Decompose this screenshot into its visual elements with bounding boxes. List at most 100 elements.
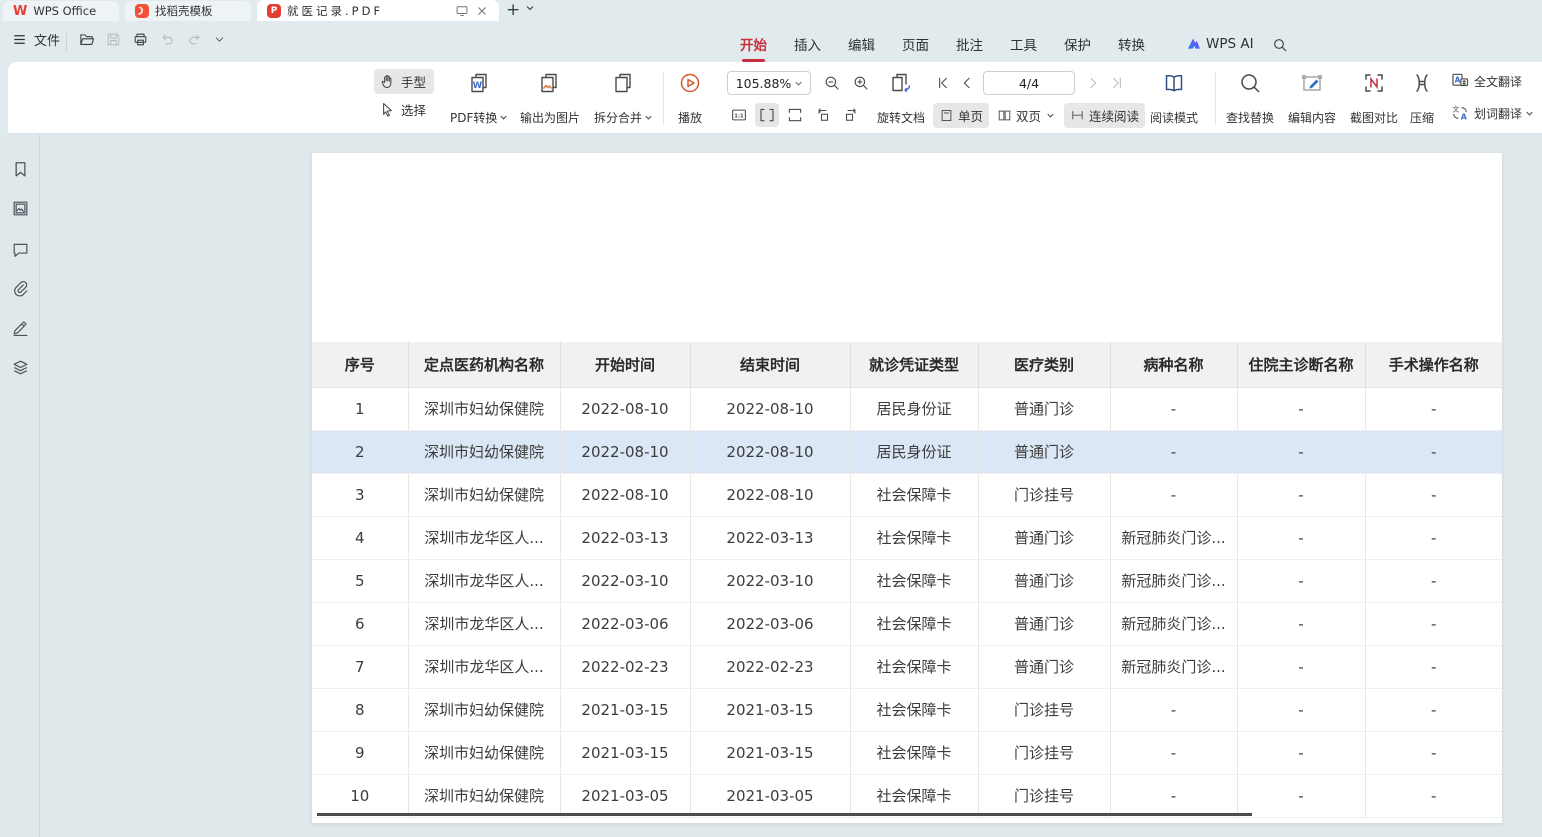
signature-pen-icon[interactable]: [11, 318, 30, 337]
rotate-left-button[interactable]: [811, 103, 835, 127]
print-icon[interactable]: [132, 31, 149, 48]
more-commands-chevron-icon[interactable]: [213, 33, 226, 46]
rotate-document-button[interactable]: 旋转文档: [873, 70, 929, 127]
table-cell: 10: [312, 774, 408, 817]
book-icon: [1162, 71, 1186, 95]
single-page-icon: [939, 108, 954, 123]
table-header-cell: 序号: [312, 342, 408, 387]
thumbnail-icon[interactable]: [11, 199, 30, 218]
zoom-level-select[interactable]: 105.88%: [727, 71, 811, 95]
table-cell: 3: [312, 473, 408, 516]
ribbon-toolbar: 手型 选择 W PDF转换 输出为图片 拆分合并 播放: [8, 62, 1542, 134]
zoom-controls: 105.88%: [727, 71, 873, 95]
next-page-icon[interactable]: [1083, 73, 1103, 93]
zoom-in-button[interactable]: [849, 71, 873, 95]
new-tab-button[interactable]: +: [502, 0, 524, 21]
pdf-page[interactable]: 序号定点医药机构名称开始时间结束时间就诊凭证类型医疗类别病种名称住院主诊断名称手…: [312, 153, 1502, 823]
table-cell: 普通门诊: [978, 387, 1110, 430]
tab-list-chevron-icon[interactable]: [524, 2, 536, 14]
table-cell: 深圳市妇幼保健院: [408, 774, 560, 817]
menu-page[interactable]: 页面: [902, 29, 929, 63]
menu-home[interactable]: 开始: [740, 29, 767, 63]
table-cell: 2022-02-23: [690, 645, 850, 688]
table-cell: -: [1365, 516, 1502, 559]
rotate-right-button[interactable]: [839, 103, 863, 127]
full-translate-label: 全文翻译: [1474, 73, 1522, 90]
hand-tool-button[interactable]: 手型: [374, 69, 434, 94]
layers-icon[interactable]: [11, 358, 30, 377]
find-replace-button[interactable]: 查找替换: [1222, 70, 1278, 127]
edit-content-label: 编辑内容: [1288, 109, 1336, 126]
redo-icon[interactable]: [186, 31, 203, 48]
tab-docer-templates[interactable]: 找稻壳模板: [125, 1, 251, 21]
menu-protect[interactable]: 保护: [1064, 29, 1091, 63]
screenshot-compare-label: 截图对比: [1350, 109, 1398, 126]
zoom-in-icon: [852, 74, 870, 92]
monitor-icon[interactable]: [455, 4, 469, 18]
fit-width-button[interactable]: [755, 103, 779, 127]
undo-icon[interactable]: [159, 31, 176, 48]
table-cell: 社会保障卡: [850, 731, 978, 774]
full-translate-button[interactable]: A 全文翻译: [1450, 71, 1522, 91]
actual-size-button[interactable]: 1:1: [727, 103, 751, 127]
table-header-cell: 定点医药机构名称: [408, 342, 560, 387]
pdf-convert-button[interactable]: W PDF转换: [446, 70, 513, 127]
table-cell: 门诊挂号: [978, 688, 1110, 731]
table-cell: 门诊挂号: [978, 774, 1110, 817]
double-page-button[interactable]: 双页: [991, 103, 1062, 128]
first-page-icon[interactable]: [933, 73, 953, 93]
table-cell: 2022-08-10: [560, 387, 690, 430]
table-row: 5深圳市龙华区人...2022-03-102022-03-10社会保障卡普通门诊…: [312, 559, 1502, 602]
table-row: 4深圳市龙华区人...2022-03-132022-03-13社会保障卡普通门诊…: [312, 516, 1502, 559]
continuous-read-button[interactable]: 连续阅读: [1064, 103, 1145, 128]
page-indicator-input[interactable]: 4/4: [983, 71, 1075, 95]
table-cell: 2021-03-15: [560, 731, 690, 774]
table-cell: -: [1110, 774, 1237, 817]
menu-items: 开始 插入 编辑 页面 批注 工具 保护 转换 WPS AI: [740, 29, 1288, 63]
search-icon[interactable]: [1272, 37, 1288, 53]
table-cell: 2022-08-10: [690, 387, 850, 430]
fit-page-button[interactable]: [783, 103, 807, 127]
menu-comment[interactable]: 批注: [956, 29, 983, 63]
split-merge-label: 拆分合并: [594, 109, 642, 126]
table-cell: 7: [312, 645, 408, 688]
attachment-icon[interactable]: [11, 279, 30, 298]
word-translate-button[interactable]: 文A 划词翻译: [1450, 103, 1535, 123]
play-button[interactable]: 播放: [674, 70, 706, 127]
previous-page-icon[interactable]: [957, 73, 977, 93]
wps-ai-button[interactable]: WPS AI: [1186, 36, 1254, 56]
compress-button[interactable]: 压缩: [1406, 70, 1438, 127]
split-merge-button[interactable]: 拆分合并: [590, 70, 658, 127]
select-tool-button[interactable]: 选择: [374, 97, 434, 122]
find-replace-icon: [1238, 71, 1262, 95]
svg-text:1:1: 1:1: [734, 113, 744, 119]
zoom-out-button[interactable]: [820, 71, 844, 95]
export-image-button[interactable]: 输出为图片: [516, 70, 584, 127]
read-mode-button[interactable]: 阅读模式: [1146, 70, 1202, 127]
table-cell: 5: [312, 559, 408, 602]
edit-content-button[interactable]: 编辑内容: [1284, 70, 1340, 127]
table-header-cell: 住院主诊断名称: [1237, 342, 1365, 387]
screenshot-compare-icon: [1362, 71, 1386, 95]
menu-convert[interactable]: 转换: [1118, 29, 1145, 63]
menu-edit[interactable]: 编辑: [848, 29, 875, 63]
table-cell: -: [1237, 602, 1365, 645]
menu-insert[interactable]: 插入: [794, 29, 821, 63]
screenshot-compare-button[interactable]: 截图对比: [1346, 70, 1402, 127]
file-menu-button[interactable]: 文件: [12, 30, 60, 49]
close-tab-icon[interactable]: [475, 4, 489, 18]
single-page-button[interactable]: 单页: [933, 103, 989, 128]
menu-tools[interactable]: 工具: [1010, 29, 1037, 63]
last-page-icon[interactable]: [1107, 73, 1127, 93]
tab-wps-office[interactable]: W WPS Office: [3, 1, 119, 21]
tab-document-pdf[interactable]: P 就医记录.PDF: [257, 0, 499, 21]
table-cell: 普通门诊: [978, 430, 1110, 473]
open-folder-icon[interactable]: [78, 31, 95, 48]
bookmark-icon[interactable]: [11, 160, 30, 179]
comment-icon[interactable]: [11, 240, 30, 259]
table-row: 2深圳市妇幼保健院2022-08-102022-08-10居民身份证普通门诊--…: [312, 430, 1502, 473]
page-navigation: 4/4: [933, 71, 1127, 95]
save-icon[interactable]: [105, 31, 122, 48]
chevron-down-icon: [498, 112, 509, 123]
table-cell: 居民身份证: [850, 387, 978, 430]
